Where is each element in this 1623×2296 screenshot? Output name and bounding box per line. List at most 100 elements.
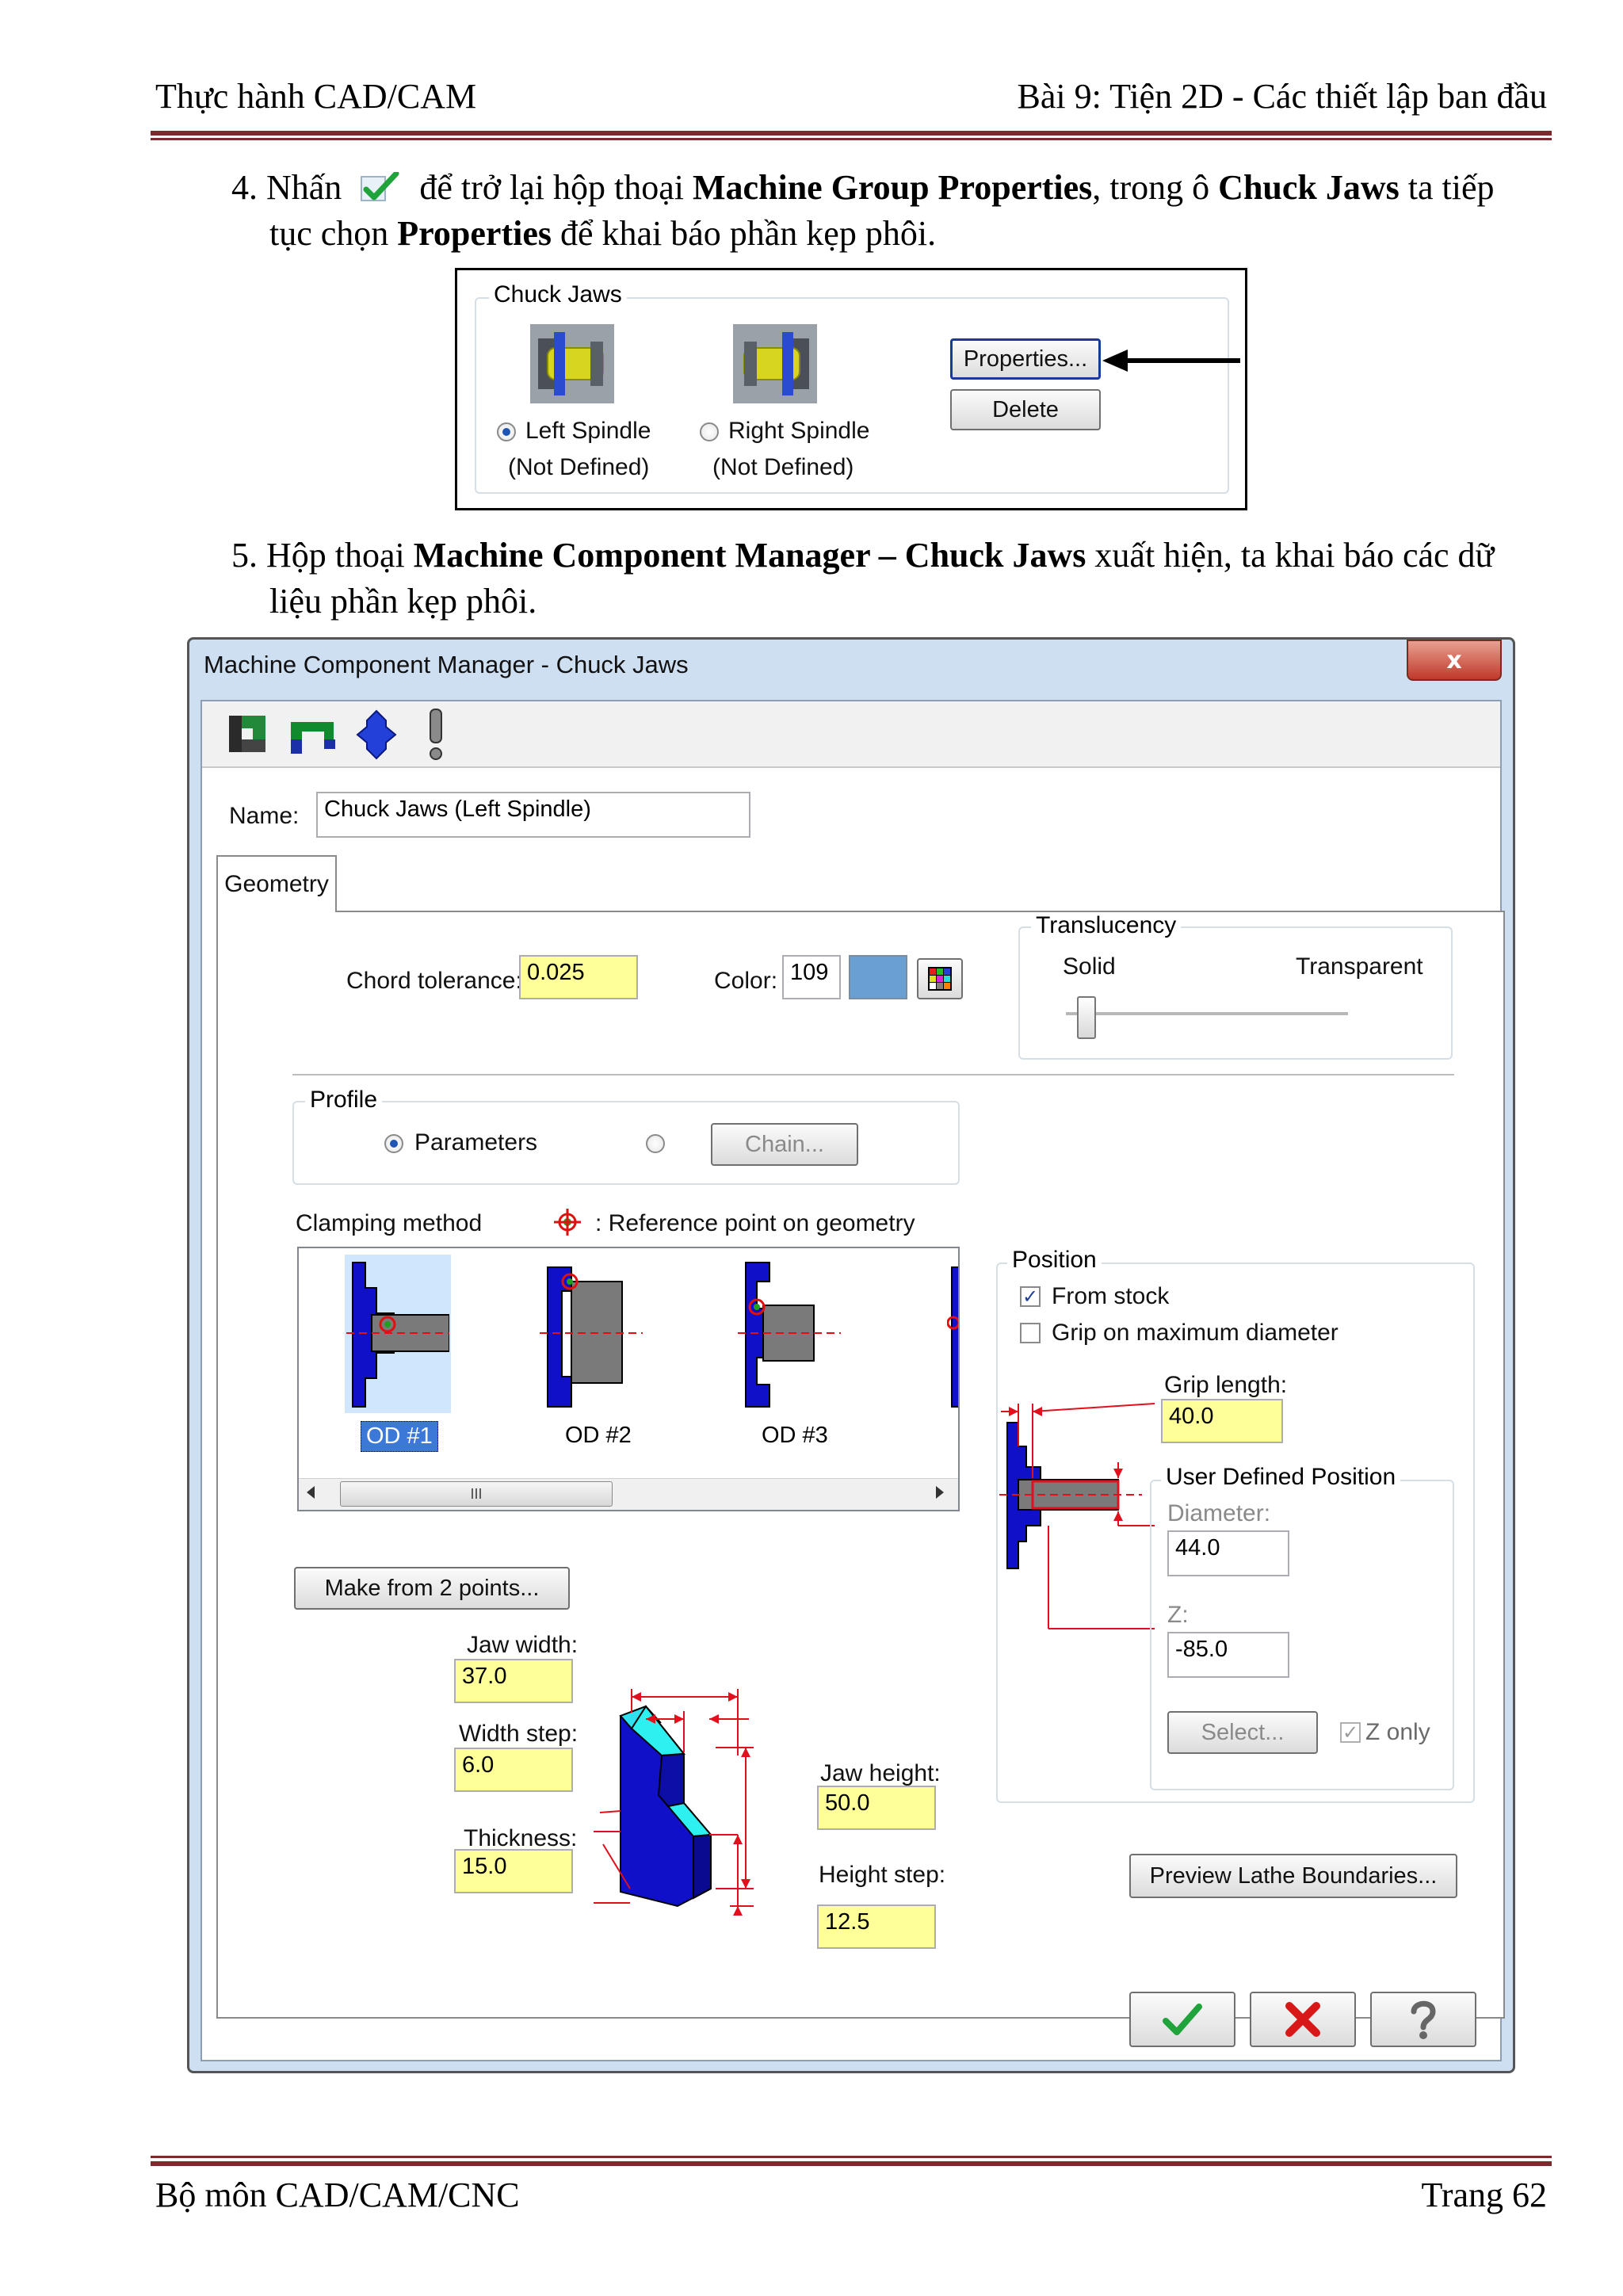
- right-spindle-label: Right Spindle: [728, 418, 870, 444]
- left-spindle-icon: [530, 324, 614, 403]
- step4-text: tục chọn: [269, 214, 389, 253]
- scroll-left-icon[interactable]: [307, 1486, 315, 1499]
- od1-label[interactable]: OD #1: [361, 1421, 438, 1452]
- color-palette-icon: [928, 967, 952, 991]
- dialog-client: Name: Chuck Jaws (Left Spindle) Geometry…: [200, 700, 1505, 2061]
- z-label: Z:: [1167, 1602, 1189, 1628]
- ok-button[interactable]: [1129, 1992, 1235, 2047]
- help-question-icon: [1411, 2000, 1436, 2039]
- od2-label[interactable]: OD #2: [560, 1421, 636, 1450]
- color-label: Color:: [714, 968, 778, 994]
- make-from-2-points-button[interactable]: Make from 2 points...: [294, 1567, 570, 1610]
- grip-max-diameter-checkbox[interactable]: [1020, 1323, 1041, 1343]
- chord-tolerance-label: Chord tolerance:: [346, 968, 522, 994]
- reference-point-text: : Reference point on geometry: [595, 1210, 915, 1236]
- step5-line1: 5. Hộp thoại Machine Component Manager –…: [231, 533, 1552, 579]
- chuck-jaws-group-label: Chuck Jaws: [489, 281, 627, 308]
- check-icon: [360, 170, 401, 201]
- left-spindle-radio[interactable]: [497, 422, 516, 441]
- open-icon[interactable]: [226, 712, 270, 757]
- grip-position-diagram: [999, 1399, 1158, 1652]
- help-button[interactable]: [1370, 1992, 1476, 2047]
- jaw-geometry-icon[interactable]: [354, 709, 399, 760]
- reference-point-icon: [554, 1209, 581, 1236]
- cancel-x-icon: [1285, 2002, 1320, 2037]
- jaw-dimension-diagram: [575, 1637, 815, 1935]
- footer-left: Bộ môn CAD/CAM/CNC: [155, 2176, 520, 2214]
- height-step-input[interactable]: 12.5: [817, 1904, 936, 1949]
- header-rule-thin: [151, 138, 1552, 140]
- color-number-input[interactable]: 109: [782, 955, 841, 999]
- jaw-height-input[interactable]: 50.0: [817, 1786, 936, 1830]
- profile-label: Profile: [305, 1087, 383, 1114]
- grip-length-input[interactable]: 40.0: [1161, 1399, 1283, 1443]
- scroll-right-icon[interactable]: [936, 1486, 944, 1499]
- translucency-label: Translucency: [1031, 912, 1182, 939]
- ok-check-icon: [1163, 2004, 1202, 2035]
- z-only-checkbox[interactable]: ✓: [1340, 1722, 1361, 1743]
- footer-right: Trang 62: [1421, 2176, 1547, 2214]
- warning-icon[interactable]: [424, 708, 448, 762]
- close-icon[interactable]: x: [1407, 640, 1502, 681]
- od2-jaw-icon[interactable]: [540, 1259, 643, 1410]
- scroll-thumb[interactable]: III: [340, 1481, 613, 1507]
- chain-radio[interactable]: [646, 1134, 665, 1153]
- cancel-button[interactable]: [1250, 1992, 1356, 2047]
- step5-text: xuất hiện, ta khai báo các dữ: [1094, 536, 1495, 575]
- color-picker-button[interactable]: [917, 958, 963, 999]
- thickness-input[interactable]: 15.0: [454, 1849, 573, 1893]
- jaw-width-input[interactable]: 37.0: [454, 1659, 573, 1703]
- user-defined-position-label: User Defined Position: [1161, 1464, 1401, 1491]
- step5-line2: liệu phần kẹp phôi.: [269, 579, 537, 625]
- step4-bold: Machine Group Properties: [692, 168, 1093, 207]
- od4-jaw-icon-partial[interactable]: [946, 1259, 958, 1410]
- step4-line2: tục chọn Properties để khai báo phần kẹp…: [269, 211, 936, 257]
- header-left: Thực hành CAD/CAM: [155, 77, 477, 116]
- save-icon[interactable]: [289, 717, 337, 757]
- jaw-height-label: Jaw height:: [820, 1760, 941, 1786]
- clamping-method-label: Clamping method: [296, 1210, 483, 1236]
- left-spindle-label: Left Spindle: [525, 418, 651, 444]
- translucency-slider[interactable]: [1077, 996, 1096, 1039]
- header-rule: [151, 131, 1552, 136]
- solid-label: Solid: [1063, 953, 1116, 980]
- select-button[interactable]: Select...: [1167, 1711, 1318, 1754]
- od3-jaw-icon[interactable]: [738, 1259, 841, 1410]
- step4-text: để trở lại hộp thoại: [419, 168, 684, 207]
- height-step-label: Height step:: [819, 1862, 946, 1888]
- footer-rule: [151, 2161, 1552, 2166]
- step4-bold: Chuck Jaws: [1218, 168, 1400, 207]
- dialog-title: Machine Component Manager - Chuck Jaws: [204, 651, 689, 678]
- delete-button[interactable]: Delete: [950, 389, 1101, 430]
- z-input[interactable]: -85.0: [1167, 1632, 1289, 1678]
- width-step-label: Width step:: [459, 1721, 579, 1747]
- step4-text: Nhấn: [266, 168, 342, 207]
- properties-button[interactable]: Properties...: [950, 338, 1101, 380]
- step5-text: liệu phần kẹp phôi.: [269, 582, 537, 621]
- diameter-input[interactable]: 44.0: [1167, 1530, 1289, 1576]
- chain-button[interactable]: Chain...: [711, 1123, 858, 1166]
- name-input[interactable]: Chuck Jaws (Left Spindle): [316, 792, 750, 838]
- parameters-label: Parameters: [414, 1129, 538, 1156]
- left-spindle-status: (Not Defined): [508, 454, 650, 480]
- right-spindle-icon: [733, 324, 817, 403]
- step5-number: 5.: [231, 536, 258, 575]
- grip-max-diameter-label: Grip on maximum diameter: [1052, 1320, 1338, 1346]
- right-spindle-radio[interactable]: [700, 422, 719, 441]
- right-spindle-status: (Not Defined): [712, 454, 854, 480]
- pointer-arrow-icon: [1101, 345, 1242, 376]
- from-stock-checkbox[interactable]: ✓: [1020, 1286, 1041, 1307]
- od3-label[interactable]: OD #3: [757, 1421, 833, 1450]
- step4-number: 4.: [231, 168, 258, 207]
- preview-lathe-boundaries-button[interactable]: Preview Lathe Boundaries...: [1129, 1854, 1457, 1898]
- chuck-jaws-screenshot: Chuck Jaws Left Spindle (Not Defined) Ri…: [455, 268, 1247, 510]
- toolbar: [202, 701, 1500, 768]
- parameters-radio[interactable]: [384, 1134, 403, 1153]
- grip-length-label: Grip length:: [1164, 1372, 1288, 1398]
- width-step-input[interactable]: 6.0: [454, 1748, 573, 1792]
- chord-tolerance-input[interactable]: 0.025: [519, 955, 638, 999]
- machine-component-dialog: Machine Component Manager - Chuck Jaws x…: [187, 637, 1515, 2073]
- thickness-label: Thickness:: [464, 1825, 578, 1851]
- tab-geometry[interactable]: Geometry: [216, 855, 337, 912]
- od1-jaw-icon[interactable]: [346, 1259, 450, 1410]
